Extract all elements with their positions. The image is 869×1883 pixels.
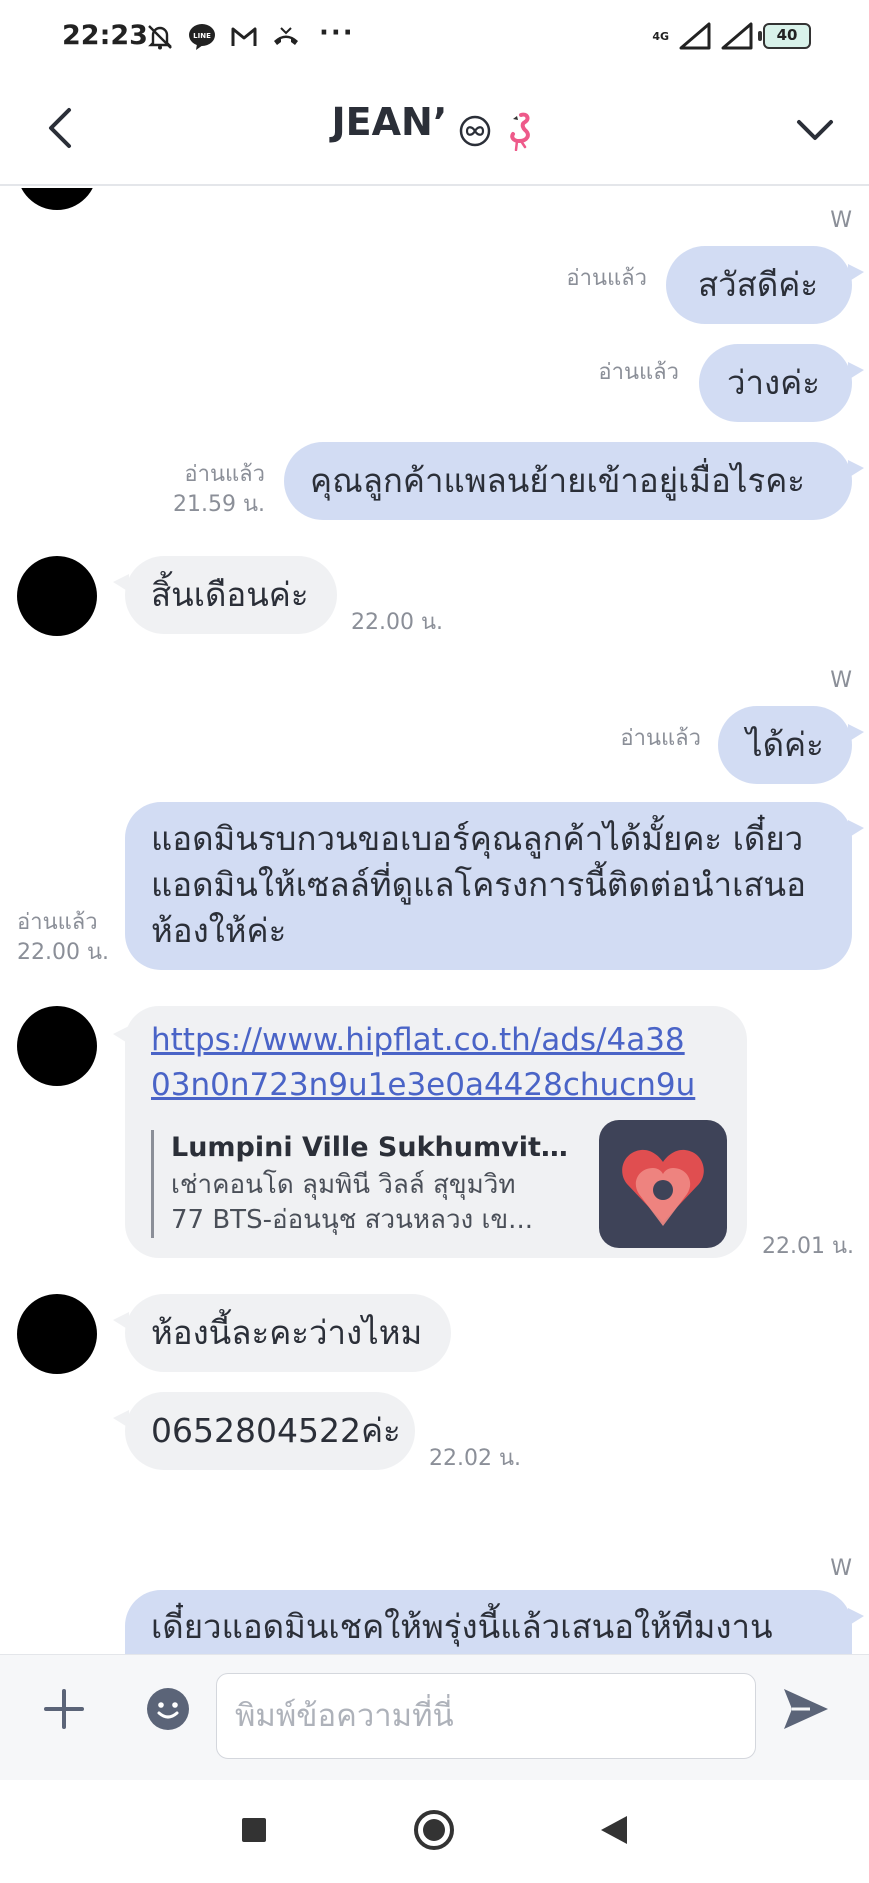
message-text: 0652804522ค่ะ: [151, 1411, 401, 1450]
message-bubble-sent[interactable]: สวัสดีค่ะ: [666, 246, 864, 324]
read-receipt: อ่านแล้ว: [566, 266, 647, 291]
chat-title: JEAN’: [331, 100, 448, 144]
message-text: เดี๋ยวแอดมินเชคให้พรุ่งนี้แล้วเสนอให้ทีม…: [151, 1607, 773, 1646]
system-indicators: 4G 40: [652, 22, 811, 50]
message-time: 22.01 น.: [762, 1234, 855, 1259]
chat-title-wrap[interactable]: JEAN’: [0, 100, 869, 151]
read-receipt-label: อ่านแล้ว: [17, 910, 98, 935]
preview-divider: [151, 1130, 154, 1238]
preview-thumbnail: [599, 1120, 727, 1248]
message-text: สวัสดีค่ะ: [698, 265, 819, 304]
battery-icon: 40: [758, 23, 811, 49]
message-bubble-sent[interactable]: คุณลูกค้าแพลนย้ายเข้าอยู่เมื่อไรคะ: [284, 442, 864, 520]
message-input[interactable]: [216, 1673, 756, 1759]
chat-header: JEAN’: [0, 78, 869, 186]
preview-title: Lumpini Ville Sukhumvit 77 ...: [171, 1132, 571, 1163]
read-receipt: อ่านแล้ว 22.00 น.: [17, 908, 109, 968]
recents-button[interactable]: [230, 1806, 278, 1854]
infinity-icon: [460, 115, 491, 146]
sender-mark: W: [830, 208, 852, 233]
chevron-down-icon: [797, 120, 833, 140]
message-bubble-received[interactable]: ห้องนี้ละคะว่างไหม: [113, 1294, 451, 1372]
emoji-icon[interactable]: [146, 1687, 190, 1731]
hipflat-logo-icon: [622, 1149, 704, 1226]
preview-description: เช่าคอนโด ลุมพินี วิลล์ สุขุมวิท 77 BTS-…: [171, 1168, 571, 1238]
missed-call-icon: [274, 27, 298, 45]
message-bubble-sent[interactable]: ว่างค่ะ: [699, 344, 864, 422]
status-bar: 22:23 LINE ··· 4G 40: [0, 0, 869, 78]
more-notifications-icon: ···: [319, 18, 355, 48]
preview-description-line: 77 BTS-อ่อนนุช สวนหลวง เข...: [171, 1205, 533, 1235]
link-url-line: 03n0n723n9u1e3e0a4428chucn9u: [151, 1067, 696, 1103]
message-text-line: ห้องให้ค่ะ: [151, 911, 287, 950]
notification-icons: LINE ···: [145, 18, 355, 52]
back-nav-button[interactable]: [590, 1806, 638, 1854]
message-bubble-sent[interactable]: แอดมินรบกวนขอเบอร์คุณลูกค้าได้มั้ยคะ เดี…: [125, 802, 864, 970]
read-receipt: อ่านแล้ว 21.59 น.: [173, 460, 265, 520]
sender-mark: W: [830, 1556, 852, 1581]
status-time: 22:23: [62, 20, 148, 51]
message-text-line: แอดมินรบกวนขอเบอร์คุณลูกค้าได้มั้ยคะ เดี…: [151, 819, 804, 858]
message-input-bar: [0, 1654, 869, 1780]
square-icon: [242, 1818, 266, 1842]
contact-avatar[interactable]: [17, 1294, 97, 1374]
message-text: สิ้นเดือนค่ะ: [151, 575, 309, 614]
preview-description-line: เช่าคอนโด ลุมพินี วิลล์ สุขุมวิท: [171, 1170, 516, 1200]
message-time: 22.00 น.: [17, 940, 110, 965]
battery-level: 40: [776, 26, 798, 44]
send-icon[interactable]: [780, 1683, 832, 1735]
link-preview[interactable]: Lumpini Ville Sukhumvit 77 ... เช่าคอนโด…: [151, 1120, 727, 1248]
contact-avatar[interactable]: [17, 1006, 97, 1086]
circle-icon: [414, 1810, 454, 1850]
read-receipt: อ่านแล้ว: [620, 726, 701, 751]
link-url[interactable]: https://www.hipflat.co.th/ads/4a38 03n0n…: [151, 1018, 731, 1108]
message-text: ว่างค่ะ: [727, 363, 820, 402]
message-text: ห้องนี้ละคะว่างไหม: [151, 1313, 423, 1352]
sender-mark: W: [830, 668, 852, 693]
message-text: คุณลูกค้าแพลนย้ายเข้าอยู่เมื่อไรคะ: [310, 461, 805, 500]
contact-avatar[interactable]: [17, 556, 97, 636]
chat-menu-button[interactable]: [787, 102, 843, 158]
triangle-back-icon: [601, 1816, 627, 1844]
message-bubble-sent[interactable]: ได้ค่ะ: [718, 706, 864, 784]
message-text: ได้ค่ะ: [746, 725, 824, 764]
system-nav-bar: [0, 1780, 869, 1883]
link-url-line: https://www.hipflat.co.th/ads/4a38: [151, 1022, 685, 1058]
plus-icon[interactable]: [40, 1685, 88, 1733]
message-time: 22.00 น.: [351, 610, 444, 635]
signal-icon-2: [721, 22, 753, 50]
svg-text:LINE: LINE: [193, 32, 211, 40]
read-receipt-label: อ่านแล้ว: [184, 462, 265, 487]
bell-off-icon: [148, 25, 172, 50]
gmail-icon: [231, 27, 257, 46]
line-app-icon: LINE: [189, 24, 215, 50]
message-bubble-received[interactable]: สิ้นเดือนค่ะ: [113, 556, 337, 634]
message-bubble-received[interactable]: 0652804522ค่ะ: [113, 1392, 415, 1470]
message-text-line: แอดมินให้เซลล์ที่ดูแลโครงการนี้ติดต่อนำเ…: [151, 865, 806, 904]
signal-icon: [679, 22, 711, 50]
home-button[interactable]: [410, 1806, 458, 1854]
contact-avatar[interactable]: [17, 188, 97, 210]
chat-messages[interactable]: W อ่านแล้ว สวัสดีค่ะ อ่านแล้ว ว่างค่ะ อ่…: [0, 188, 869, 1654]
message-time: 22.02 น.: [429, 1446, 522, 1471]
flamingo-icon: [510, 112, 531, 151]
link-preview-bubble[interactable]: https://www.hipflat.co.th/ads/4a38 03n0n…: [113, 1006, 747, 1258]
network-type: 4G: [652, 29, 669, 43]
message-bubble-sent[interactable]: เดี๋ยวแอดมินเชคให้พรุ่งนี้แล้วเสนอให้ทีม…: [125, 1590, 864, 1654]
read-receipt: อ่านแล้ว: [598, 360, 679, 385]
message-time: 21.59 น.: [172, 492, 265, 517]
